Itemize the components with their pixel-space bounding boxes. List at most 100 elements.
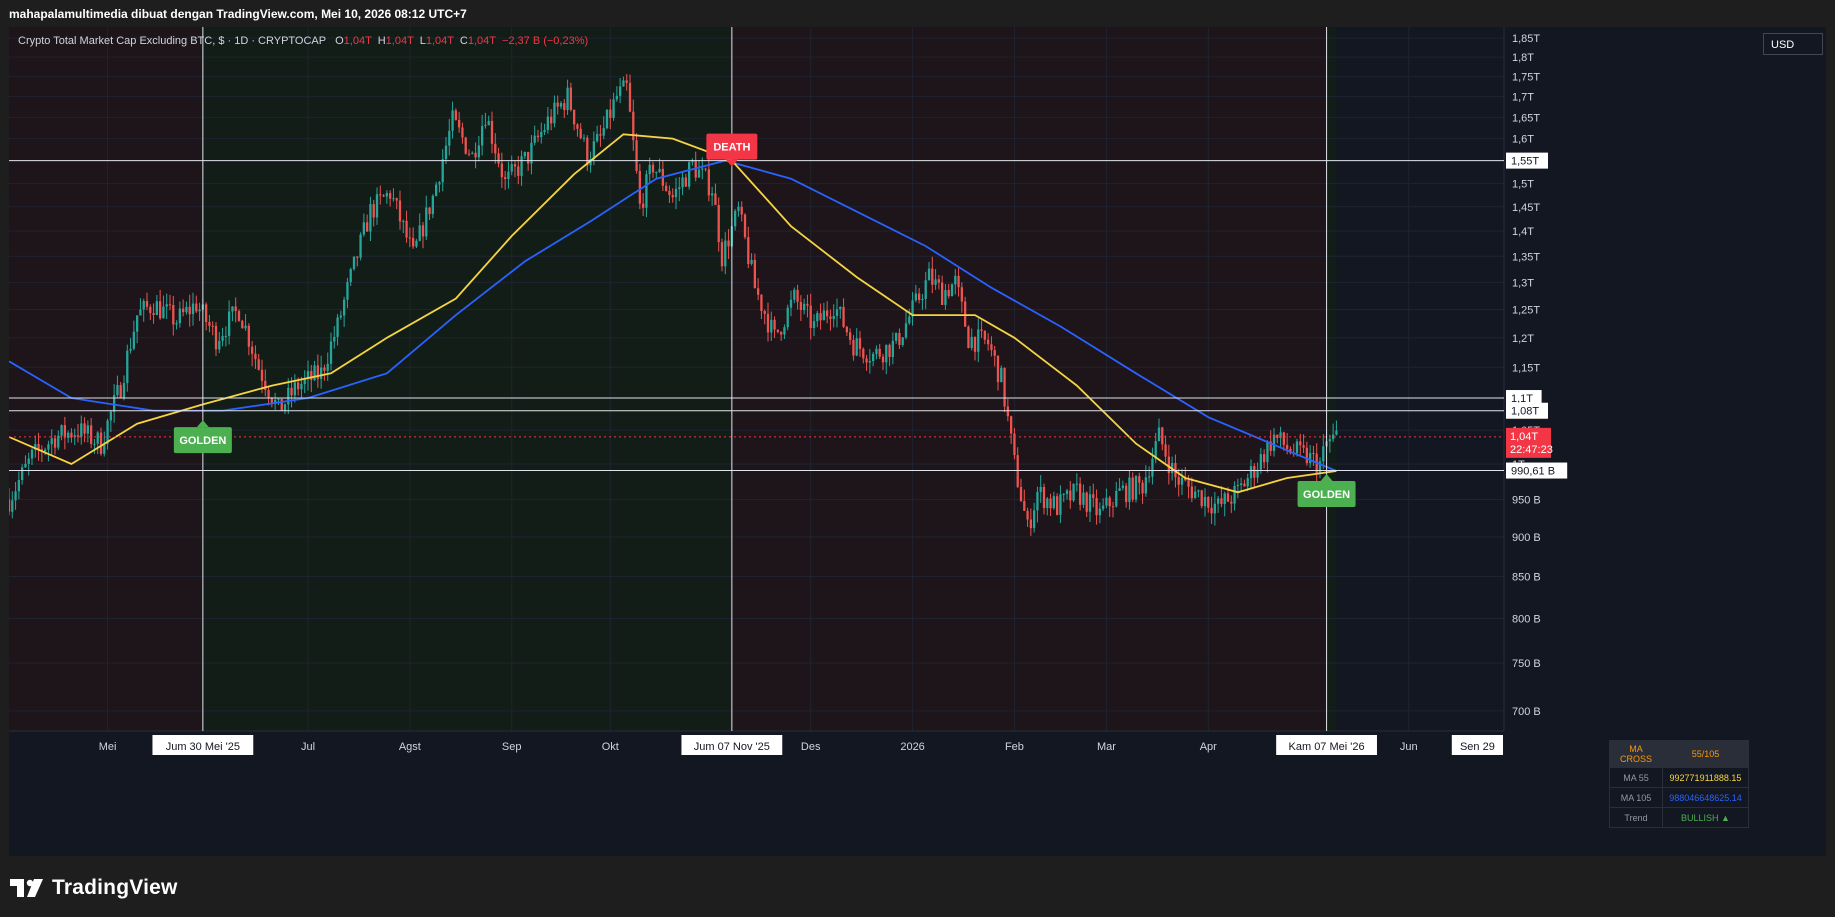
currency-button[interactable]: USD — [1763, 33, 1823, 55]
candle-body — [944, 290, 947, 305]
candle-body — [602, 128, 605, 136]
price-tick-label: 1,6T — [1512, 134, 1534, 146]
candle-body — [300, 383, 303, 390]
candle-body — [967, 326, 970, 349]
candle-body — [543, 130, 546, 132]
candle-body — [950, 284, 954, 297]
candle-body — [418, 225, 421, 241]
candle-body — [681, 177, 684, 188]
price-tick-label: 1,75T — [1512, 72, 1540, 84]
candle-body — [576, 124, 579, 129]
candle-body — [477, 145, 481, 158]
candle-body — [852, 340, 855, 356]
candle-body — [467, 153, 471, 155]
candlestick-chart[interactable]: GOLDEN DEATH GOLDEN 1,85T 1,8T 1,75T 1,7T 1,65T… — [9, 27, 1826, 856]
candle-body — [894, 333, 898, 341]
candle-body — [549, 116, 553, 124]
candle-body — [415, 240, 418, 247]
candle-body — [743, 214, 747, 238]
candle-body — [1200, 490, 1203, 507]
ma-table-header-value: 55/105 — [1662, 740, 1749, 768]
candle-body — [398, 200, 402, 222]
countdown-label: 22:47:23 — [1510, 444, 1553, 456]
candle-body — [990, 344, 993, 351]
candle-body — [181, 308, 185, 313]
time-highlight-label: Jum 30 Mei '25 — [166, 741, 240, 753]
candle-body — [556, 102, 559, 107]
candle-body — [947, 290, 950, 297]
candle-body — [1243, 483, 1246, 487]
candle-body — [747, 237, 750, 264]
candle-body — [139, 309, 142, 316]
candle-body — [372, 204, 375, 218]
candle-body — [1128, 477, 1131, 502]
candle-body — [1085, 492, 1088, 512]
candle-body — [175, 323, 178, 325]
candle-body — [523, 152, 527, 157]
candle-body — [839, 306, 842, 310]
candle-body — [1141, 482, 1144, 494]
candle-body — [845, 326, 849, 333]
candle-body — [152, 312, 155, 315]
candle-body — [122, 383, 126, 398]
candle-body — [1095, 497, 1098, 516]
price-tick-label: 1,35T — [1512, 251, 1540, 263]
time-highlight-label: Jum 07 Nov '25 — [694, 741, 770, 753]
price-tick-label: 950 B — [1512, 495, 1541, 507]
candle-body — [310, 371, 313, 381]
candle-body — [448, 130, 451, 146]
candle-body — [691, 161, 694, 163]
candle-body — [931, 268, 934, 285]
time-highlight-label: Sen 29 — [1460, 741, 1495, 753]
candle-body — [313, 365, 316, 381]
candle-body — [257, 359, 260, 370]
candle-body — [1118, 488, 1121, 492]
candle-body — [1049, 498, 1052, 509]
candle-body — [326, 363, 329, 371]
candle-body — [1111, 506, 1115, 508]
candle-body — [993, 350, 996, 356]
candle-body — [1207, 496, 1210, 508]
candle-body — [241, 320, 244, 329]
candle-body — [155, 301, 159, 315]
candle-body — [628, 82, 632, 112]
level-label: 1,55T — [1511, 156, 1539, 168]
ma-cross-table: MA CROSS 55/105 MA 55 992771911888.15 MA… — [1609, 740, 1749, 828]
candle-body — [480, 126, 484, 146]
candle-body — [707, 169, 711, 196]
candle-body — [237, 311, 241, 321]
candle-body — [333, 336, 336, 342]
candle-body — [1210, 507, 1213, 514]
candle-body — [983, 330, 987, 340]
candle-body — [750, 259, 753, 264]
page-title: mahapalamultimedia dibuat dengan Trading… — [9, 7, 467, 21]
candle-body — [934, 279, 937, 285]
candle-body — [53, 438, 57, 448]
candle-body — [1069, 490, 1072, 501]
candle-body — [1042, 486, 1046, 509]
candle-body — [484, 125, 487, 127]
candle-body — [198, 309, 201, 312]
candle-body — [704, 168, 707, 170]
candle-body — [822, 310, 826, 321]
candle-body — [494, 143, 497, 154]
candle-body — [1305, 447, 1309, 464]
candle-body — [641, 203, 645, 208]
candle-body — [579, 128, 582, 139]
candle-body — [921, 298, 924, 300]
candle-body — [17, 479, 21, 492]
candle-body — [1055, 496, 1059, 515]
price-tick-label: 750 B — [1512, 658, 1541, 670]
price-tick-label: 1,7T — [1512, 92, 1534, 104]
tradingview-brand: TradingView — [52, 876, 178, 899]
time-tick-label: Sep — [502, 741, 522, 753]
tradingview-logo[interactable]: TradingView — [10, 876, 178, 900]
candle-body — [191, 303, 195, 315]
candle-body — [954, 275, 957, 285]
candle-body — [960, 287, 964, 302]
ma-table-value: BULLISH ▲ — [1662, 807, 1749, 828]
close-value: 1,04T — [467, 35, 496, 47]
open-value: 1,04T — [343, 35, 372, 47]
time-highlight-label: Kam 07 Mei '26 — [1289, 741, 1365, 753]
candle-body — [1276, 434, 1279, 438]
